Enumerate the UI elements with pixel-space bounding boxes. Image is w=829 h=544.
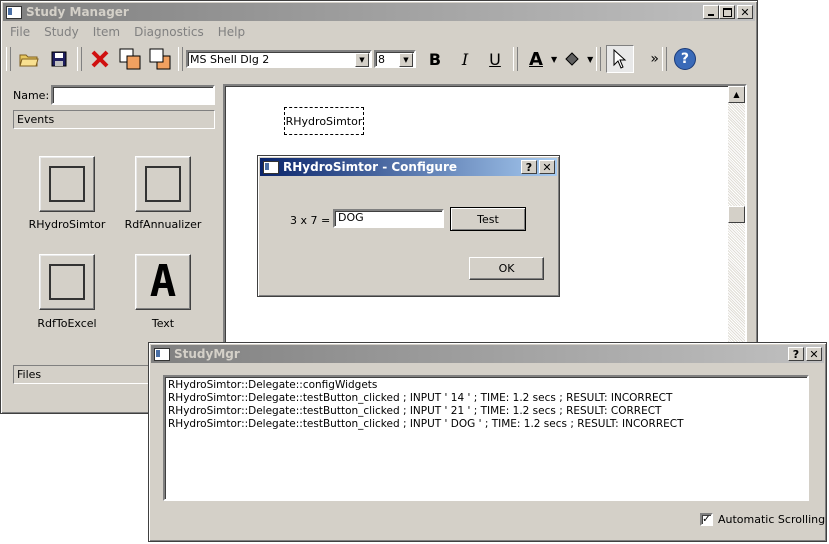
app-icon — [154, 347, 170, 361]
name-label: Name: — [13, 89, 50, 102]
context-help-button[interactable]: ? — [521, 160, 537, 174]
palette-rdfannualizer-button[interactable] — [135, 156, 191, 212]
send-to-back-icon[interactable] — [147, 46, 173, 72]
chevron-down-icon[interactable]: ▼ — [399, 53, 413, 67]
equation-label: 3 x 7 = — [290, 214, 331, 227]
automatic-scrolling-label: Automatic Scrolling — [718, 513, 826, 526]
font-size-value: 8 — [378, 52, 385, 66]
files-header-label: Files — [17, 368, 42, 381]
ok-button[interactable]: OK — [469, 257, 544, 280]
test-button[interactable]: Test — [450, 207, 526, 231]
close-icon: ✕ — [542, 160, 552, 174]
menu-file[interactable]: File — [3, 25, 37, 39]
log-window-title: StudyMgr — [174, 347, 240, 361]
toolbar: MS Shell Dlg 2 ▼ 8 ▼ B I U A ▼ ▼ » ? — [3, 43, 755, 75]
name-input[interactable] — [51, 85, 215, 105]
config-dialog-title: RHydroSimtor - Configure — [283, 160, 458, 174]
close-icon: ✕ — [740, 5, 750, 19]
close-button[interactable]: ✕ — [737, 5, 753, 19]
events-header-label: Events — [17, 113, 55, 126]
font-size-combo[interactable]: 8 ▼ — [374, 50, 416, 68]
bring-to-front-icon[interactable] — [117, 46, 143, 72]
palette-text-label: Text — [151, 317, 175, 330]
toolbar-separator — [513, 47, 518, 71]
bold-button[interactable]: B — [422, 46, 448, 72]
italic-button[interactable]: I — [452, 46, 478, 72]
square-icon — [49, 166, 85, 202]
menu-help[interactable]: Help — [211, 25, 252, 39]
toolbar-overflow-icon[interactable]: » — [650, 51, 659, 67]
config-dialog: RHydroSimtor - Configure ? ✕ 3 x 7 = DOG… — [257, 155, 560, 297]
answer-input-value: DOG — [338, 211, 364, 224]
palette-rdftoexcel-label: RdfToExcel — [37, 317, 97, 330]
toolbar-separator — [661, 47, 667, 71]
toolbar-separator — [596, 47, 602, 71]
help-icon[interactable]: ? — [672, 46, 698, 72]
maximize-button[interactable] — [719, 5, 735, 19]
maximize-icon — [722, 7, 732, 17]
log-title-bar[interactable]: StudyMgr ? ✕ — [151, 345, 824, 363]
palette-rhydrosimtor-button[interactable] — [39, 156, 95, 212]
minimize-icon — [708, 14, 714, 16]
config-close-button[interactable]: ✕ — [539, 160, 555, 174]
canvas-item-label: RHydroSimtor — [285, 114, 363, 128]
menu-bar: File Study Item Diagnostics Help — [3, 22, 755, 42]
main-title-bar[interactable]: Study Manager ✕ — [3, 3, 755, 21]
palette-text-button[interactable]: A — [135, 254, 191, 310]
checkbox-checked-icon: ✓ — [700, 513, 713, 526]
scroll-up-icon[interactable]: ▲ — [728, 86, 745, 103]
chevron-down-icon[interactable]: ▼ — [355, 53, 369, 67]
log-close-button[interactable]: ✕ — [806, 347, 822, 361]
palette-rdftoexcel-button[interactable] — [39, 254, 95, 310]
menu-diagnostics[interactable]: Diagnostics — [127, 25, 211, 39]
text-color-icon[interactable]: A — [523, 46, 549, 72]
app-icon — [263, 160, 279, 174]
answer-input[interactable]: DOG — [333, 209, 444, 228]
log-line: RHydroSimtor::Delegate::configWidgets — [168, 379, 378, 391]
underline-button[interactable]: U — [482, 46, 508, 72]
log-text-area[interactable]: RHydroSimtor::Delegate::configWidgets RH… — [163, 375, 809, 501]
automatic-scrolling-checkbox[interactable]: ✓ Automatic Scrolling — [700, 513, 825, 526]
context-help-button[interactable]: ? — [788, 347, 804, 361]
help-glyph: ? — [673, 48, 696, 70]
toolbar-separator — [178, 47, 183, 71]
square-icon — [145, 166, 181, 202]
delete-icon[interactable] — [87, 46, 113, 72]
scroll-thumb[interactable] — [728, 206, 745, 223]
font-name-value: MS Shell Dlg 2 — [190, 52, 270, 66]
main-window-title: Study Manager — [26, 5, 129, 19]
menu-study[interactable]: Study — [37, 25, 86, 39]
palette-rhydrosimtor-label: RHydroSimtor — [28, 218, 106, 231]
toolbar-grip[interactable] — [6, 47, 11, 71]
minimize-button[interactable] — [703, 5, 719, 19]
log-line: RHydroSimtor::Delegate::testButton_click… — [168, 392, 673, 404]
fill-color-dropdown-icon[interactable]: ▼ — [587, 55, 593, 64]
palette-rdfannualizer-label: RdfAnnualizer — [124, 218, 202, 231]
events-header[interactable]: Events — [13, 110, 215, 129]
log-line: RHydroSimtor::Delegate::testButton_click… — [168, 405, 662, 417]
text-color-dropdown-icon[interactable]: ▼ — [551, 55, 557, 64]
text-A-icon: A — [149, 256, 177, 307]
font-name-combo[interactable]: MS Shell Dlg 2 ▼ — [186, 50, 372, 68]
save-icon[interactable] — [46, 46, 72, 72]
close-icon: ✕ — [809, 347, 819, 361]
open-folder-icon[interactable] — [16, 46, 42, 72]
fill-color-icon[interactable] — [559, 46, 585, 72]
app-icon — [6, 5, 22, 19]
log-line: RHydroSimtor::Delegate::testButton_click… — [168, 418, 684, 430]
square-icon — [49, 264, 85, 300]
studymgr-log-window: StudyMgr ? ✕ RHydroSimtor::Delegate::con… — [148, 342, 827, 542]
canvas-item-rhydrosimtor[interactable]: RHydroSimtor — [284, 107, 364, 135]
pointer-tool-icon[interactable] — [606, 45, 635, 73]
toolbar-separator — [77, 47, 82, 71]
config-title-bar[interactable]: RHydroSimtor - Configure ? ✕ — [260, 158, 557, 176]
menu-item[interactable]: Item — [86, 25, 127, 39]
